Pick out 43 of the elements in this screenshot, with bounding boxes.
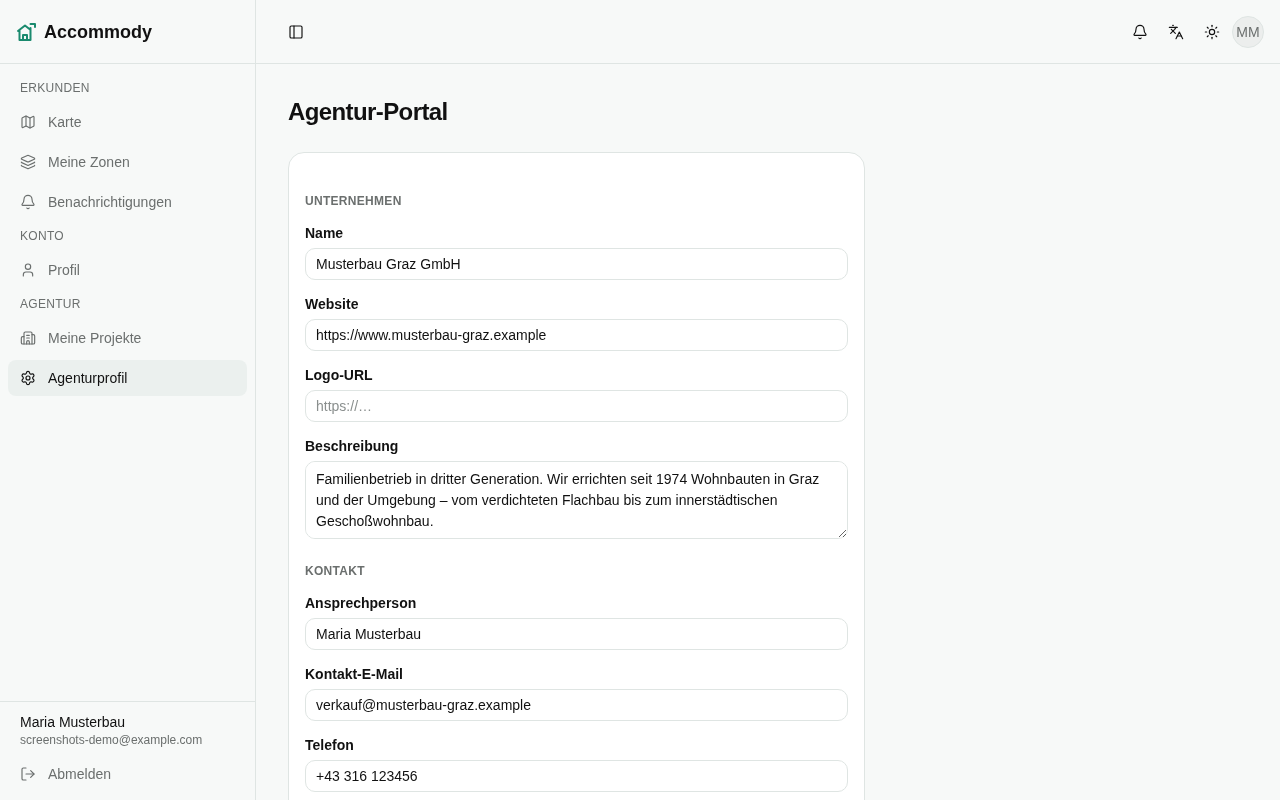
map-icon — [20, 114, 36, 130]
house-logo-icon — [16, 21, 36, 42]
field-label: Beschreibung — [305, 437, 400, 456]
logout-button[interactable]: Abmelden — [8, 756, 247, 792]
page-title: Agentur-Portal — [288, 97, 449, 127]
nav-section-title: KONTO — [19, 228, 65, 245]
form-section-title: UNTERNEHMEN — [305, 193, 403, 209]
app-name: Accommody — [44, 20, 153, 44]
input-field[interactable]: https://… — [305, 390, 848, 422]
bell-icon — [1132, 23, 1148, 40]
field-label: Kontakt-E-Mail — [305, 665, 404, 684]
nav-item[interactable]: Agenturprofil — [8, 360, 247, 396]
user-name: Maria Musterbau — [19, 713, 127, 732]
field-label: Ansprechperson — [305, 594, 418, 613]
user-avatar[interactable]: MM — [1232, 15, 1264, 48]
form-section-title: KONTAKT — [305, 563, 366, 579]
nav-item[interactable]: Meine Projekte — [8, 320, 247, 356]
bell-icon — [20, 194, 36, 210]
nav-item[interactable]: Benachrichtigungen — [8, 184, 247, 220]
user-email: screenshots-demo@example.com — [19, 732, 204, 748]
nav-section-title: ERKUNDEN — [19, 80, 91, 97]
field-label: Website — [305, 295, 360, 314]
input-field[interactable]: https://www.musterbau-graz.example — [305, 319, 848, 351]
building-icon — [20, 330, 36, 346]
textarea-field[interactable]: Familienbetrieb in dritter Generation. Wir errichten seit 1974 Wohnbauten in Graz und der Umgebung – vom verdichteten Flachbau bis zum innerstädtischen Geschoßwohnbau. — [305, 461, 848, 539]
input-field[interactable]: Maria Musterbau — [305, 618, 848, 650]
sun-icon — [1204, 23, 1220, 40]
field-label: Logo-URL — [305, 366, 374, 385]
settings-icon — [20, 370, 36, 386]
nav-item[interactable]: Karte — [8, 104, 247, 140]
translate-icon — [1168, 23, 1184, 40]
field-label: Name — [305, 224, 345, 243]
layers-icon — [20, 154, 36, 170]
nav-item[interactable]: Profil — [8, 252, 247, 288]
input-field[interactable]: +43 316 123456 — [305, 760, 848, 792]
logout-icon — [20, 766, 36, 782]
input-field[interactable]: Musterbau Graz GmbH — [305, 248, 848, 280]
user-icon — [20, 262, 36, 278]
nav-item[interactable]: Meine Zonen — [8, 144, 247, 180]
nav-section-title: AGENTUR — [19, 296, 82, 313]
input-field[interactable]: verkauf@musterbau-graz.example — [305, 689, 848, 721]
sidebar-toggle-icon — [288, 23, 304, 40]
field-label: Telefon — [305, 736, 355, 755]
